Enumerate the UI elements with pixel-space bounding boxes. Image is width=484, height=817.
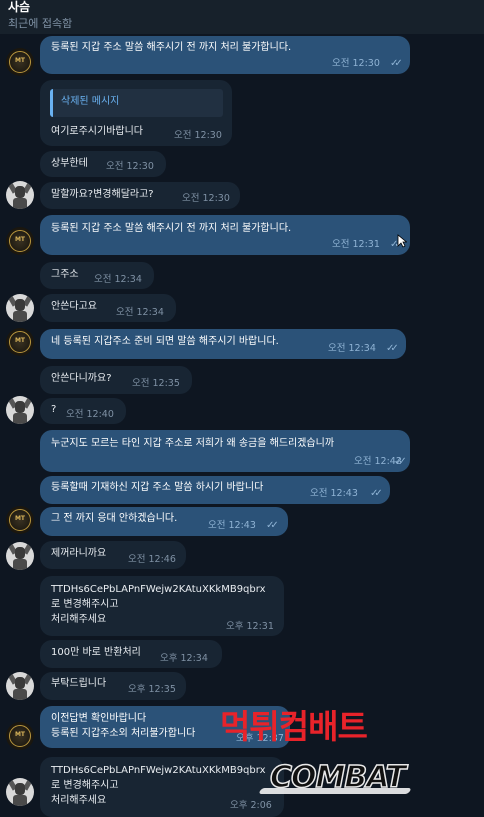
watermark-logo: 먹튀컴배트 COMBAT xyxy=(200,700,484,816)
admin-avatar-logo-icon[interactable]: MT xyxy=(6,48,34,76)
message-time: 오전 12:30 xyxy=(182,193,230,204)
message-time: 오전 12:40 xyxy=(66,409,114,420)
message-bubble[interactable]: 말할까요?변경해달라고? 오전 12:30 xyxy=(40,182,240,209)
message-time: 오후 12:35 xyxy=(128,684,176,695)
read-check-icon: ✓✓ xyxy=(394,456,407,467)
message-time: 오전 12:34 xyxy=(94,274,142,285)
message-time: 오전 12:31 xyxy=(332,239,380,250)
read-check-icon: ✓✓ xyxy=(266,520,279,531)
message-text: 등록된 지갑 주소 말씀 해주시기 전 까지 처리 불가합니다. xyxy=(51,223,292,234)
admin-avatar-logo-icon[interactable]: MT xyxy=(6,328,34,356)
message-bubble[interactable]: 안쓴다고요 오전 12:34 xyxy=(40,294,176,322)
message-time: 오전 12:30 xyxy=(174,130,222,141)
message-bubble[interactable]: 그 전 까지 응대 안하겠습니다. 오전 12:43 ✓✓ xyxy=(40,507,288,536)
message-time: 오전 12:43 xyxy=(310,488,358,499)
user-avatar-icon[interactable] xyxy=(6,396,34,424)
message-text-line: 이전답변 확인바랍니다 xyxy=(51,713,147,724)
message-text: 등록된 지갑 주소 말씀 해주시기 전 까지 처리 불가합니다. xyxy=(51,42,292,53)
message-text-line: 로 변경해주시고 xyxy=(51,780,119,791)
message-text: 제꺼라니까요 xyxy=(51,548,107,559)
message-text-line: TTDHs6CePbLAPnFWejw2KAtuXKkMB9qbrx xyxy=(51,584,266,595)
message-text: 그주소 xyxy=(51,269,79,280)
message-time: 오전 12:35 xyxy=(132,378,180,389)
message-bubble[interactable]: 부탁드립니다 오후 12:35 xyxy=(40,672,186,700)
message-time: 오후 12:31 xyxy=(226,621,274,632)
read-check-icon: ✓✓ xyxy=(370,488,383,499)
quote-text: 삭제된 메시지 xyxy=(61,96,120,107)
message-text-line: 등록된 지갑주소외 처리불가합니다 xyxy=(51,728,196,739)
message-bubble[interactable]: ? 오전 12:40 xyxy=(40,398,126,424)
message-text-line: 처리해주세요 xyxy=(51,795,107,806)
user-avatar-icon[interactable] xyxy=(6,181,34,209)
message-text: 상부한테 xyxy=(51,158,88,169)
message-text: 누군지도 모르는 타인 지갑 주소로 저희가 왜 송금을 해드리겠습니까 xyxy=(51,438,335,449)
message-bubble[interactable]: 안쓴다니까요? 오전 12:35 xyxy=(40,366,192,394)
user-avatar-icon[interactable] xyxy=(6,294,34,322)
watermark-korean-text: 먹튀컴배트 xyxy=(220,707,368,746)
message-bubble[interactable]: 등록된 지갑 주소 말씀 해주시기 전 까지 처리 불가합니다. 오전 12:3… xyxy=(40,36,410,74)
message-bubble[interactable]: 삭제된 메시지 여기로주시기바랍니다 오전 12:30 xyxy=(40,80,232,146)
message-text: 말할까요?변경해달라고? xyxy=(51,189,154,200)
admin-avatar-logo-icon[interactable]: MT xyxy=(6,227,34,255)
message-time: 오전 12:30 xyxy=(332,58,380,69)
read-check-icon: ✓✓ xyxy=(386,343,399,354)
message-text: 안쓴다고요 xyxy=(51,301,97,312)
message-text: 부탁드립니다 xyxy=(51,678,107,689)
admin-avatar-logo-icon[interactable]: MT xyxy=(6,722,34,750)
message-bubble[interactable]: 등록된 지갑 주소 말씀 해주시기 전 까지 처리 불가합니다. 오전 12:3… xyxy=(40,215,410,255)
message-text: ? xyxy=(51,404,57,415)
watermark-english-text: COMBAT xyxy=(269,759,407,796)
user-avatar-icon[interactable] xyxy=(6,778,34,806)
admin-avatar-logo-icon[interactable]: MT xyxy=(6,506,34,534)
message-time: 오전 12:34 xyxy=(328,343,376,354)
message-text: 100만 바로 반환처리 xyxy=(51,647,141,658)
chat-header[interactable]: 사슴 최근에 접속함 xyxy=(0,0,484,34)
message-text-line: 처리해주세요 xyxy=(51,614,107,625)
message-bubble[interactable]: 등록할때 기재하신 지갑 주소 말씀 하시기 바랍니다 오전 12:43 ✓✓ xyxy=(40,476,390,504)
message-bubble[interactable]: TTDHs6CePbLAPnFWejw2KAtuXKkMB9qbrx 로 변경해… xyxy=(40,576,284,636)
message-bubble[interactable]: 그주소 오전 12:34 xyxy=(40,262,154,289)
message-bubble[interactable]: 누군지도 모르는 타인 지갑 주소로 저희가 왜 송금을 해드리겠습니까 오전 … xyxy=(40,430,410,472)
message-time: 오전 12:46 xyxy=(128,554,176,565)
message-text: 안쓴다니까요? xyxy=(51,373,112,384)
read-check-icon: ✓✓ xyxy=(390,58,403,69)
message-time: 오전 12:30 xyxy=(106,161,154,172)
user-avatar-icon[interactable] xyxy=(6,672,34,700)
mouse-cursor-icon xyxy=(397,234,407,248)
message-text: 네 등록된 지갑주소 준비 되면 말씀 해주시기 바랍니다. xyxy=(51,336,279,347)
chat-title: 사슴 xyxy=(8,0,31,14)
message-bubble[interactable]: 네 등록된 지갑주소 준비 되면 말씀 해주시기 바랍니다. 오전 12:34 … xyxy=(40,329,406,359)
message-time: 오후 12:34 xyxy=(160,653,208,664)
message-text: 그 전 까지 응대 안하겠습니다. xyxy=(51,513,178,524)
chat-status: 최근에 접속함 xyxy=(8,17,73,30)
message-time: 오전 12:34 xyxy=(116,307,164,318)
user-avatar-icon[interactable] xyxy=(6,542,34,570)
message-text: 등록할때 기재하신 지갑 주소 말씀 하시기 바랍니다 xyxy=(51,482,264,493)
message-bubble[interactable]: 상부한테 오전 12:30 xyxy=(40,151,166,177)
message-text-line: 로 변경해주시고 xyxy=(51,599,119,610)
message-text: 여기로주시기바랍니다 xyxy=(51,126,143,137)
message-bubble[interactable]: 100만 바로 반환처리 오후 12:34 xyxy=(40,640,222,668)
reply-quote[interactable]: 삭제된 메시지 xyxy=(50,89,223,117)
message-bubble[interactable]: 제꺼라니까요 오전 12:46 xyxy=(40,541,186,569)
message-time: 오전 12:43 xyxy=(208,520,256,531)
